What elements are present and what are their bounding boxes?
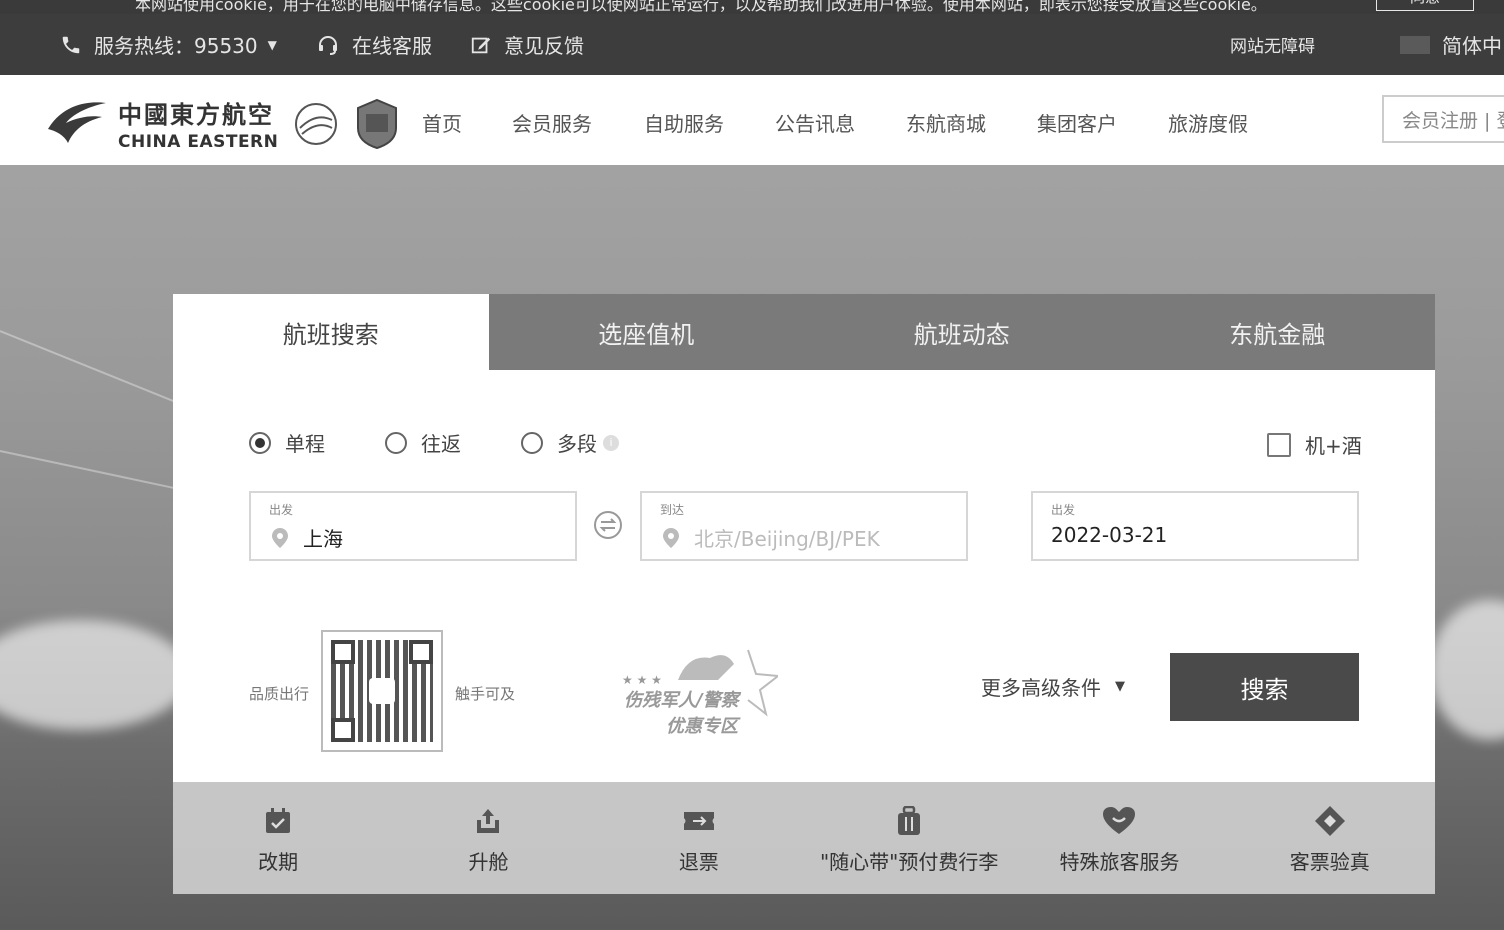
tab-flight-search[interactable]: 航班搜索 [173,294,489,370]
qr-caption-left: 品质出行 [249,685,310,703]
arrival-label: 到达 [660,503,685,517]
location-pin-icon [663,528,679,548]
nav-member-services[interactable]: 会员服务 [512,108,592,137]
location-pin-icon [272,528,288,548]
service-upgrade[interactable]: 升舱 [383,782,593,894]
trip-type-label: 单程 [285,432,325,456]
brand-name-en: CHINA EASTERN [118,132,279,152]
flag-icon [1400,35,1430,54]
service-label: 特殊旅客服务 [1059,850,1180,874]
flight-search-panel: 单程 往返 多段 i 机+酒 出发 上海 到达 北京/Beijing/BJ/PE… [173,370,1435,782]
veterans-police-promo[interactable]: ★ ★ ★ 伤残军人/警察 优惠专区 [618,640,778,750]
promo-subtitle: 优惠专区 [666,716,738,737]
phone-icon [62,36,80,53]
feedback-label: 意见反馈 [504,34,584,58]
heart-hand-icon [1103,807,1136,834]
tab-seat-checkin[interactable]: 选座值机 [489,294,805,370]
award-badge-icon [357,98,398,149]
cookie-accept-button[interactable]: 同意 [1376,0,1474,11]
feedback-link[interactable]: 意见反馈 [470,14,584,75]
date-label: 出发 [1051,503,1076,517]
promo-title: 伤残军人/警察 [624,690,739,711]
trip-type-label: 多段 [557,432,597,456]
register-login-button[interactable]: 会员注册 | 登 [1382,95,1504,143]
departure-date-field[interactable]: 出发 2022-03-21 [1031,491,1359,561]
trip-type-label: 往返 [421,432,461,456]
chevron-down-icon: ▼ [267,37,277,52]
ticket-refund-icon [683,812,714,830]
app-qr-code [321,630,443,752]
top-utility-bar: 服务热线：95530 ▼ 在线客服 意见反馈 网站无障碍 简体中 [0,14,1504,75]
arrival-city-field[interactable]: 到达 北京/Beijing/BJ/PEK [640,491,968,561]
tab-finance[interactable]: 东航金融 [1120,294,1436,370]
swallow-logo-icon [48,101,106,143]
china-eastern-logo[interactable]: 中國東方航空 CHINA EASTERN [46,95,402,152]
trip-type-multi-city[interactable]: 多段 i [521,428,619,457]
nav-travel-holidays[interactable]: 旅游度假 [1168,108,1248,137]
date-value: 2022-03-21 [1051,523,1168,547]
radio-unselected [521,431,543,454]
skyteam-icon [295,102,338,145]
nav-home[interactable]: 首页 [422,108,462,137]
qr-corner [331,640,355,664]
svg-text:★ ★ ★: ★ ★ ★ [622,673,662,687]
advanced-options-toggle[interactable]: 更多高级条件 ▼ [981,672,1125,701]
search-button[interactable]: 搜索 [1170,653,1359,721]
main-navigation: 中國東方航空 CHINA EASTERN 首页 会员服务 自助服务 公告讯息 东… [0,75,1504,165]
service-label: 客票验真 [1289,850,1370,874]
calendar-check-icon [266,808,291,833]
cookie-text: 本网站使用cookie，用于在您的电脑中储存信息。这些cookie可以使网站正常… [135,0,1267,14]
hotline-dropdown[interactable]: 服务热线：95530 ▼ [60,14,277,75]
headset-icon [319,35,337,55]
trip-type-round-trip[interactable]: 往返 [385,428,461,457]
tab-flight-status[interactable]: 航班动态 [804,294,1120,370]
departure-label: 出发 [269,503,294,517]
cookie-banner: 本网站使用cookie，用于在您的电脑中储存信息。这些cookie可以使网站正常… [0,0,1504,14]
qr-corner [409,640,433,664]
seat-upgrade-icon [477,809,500,833]
flight-hotel-checkbox[interactable]: 机+酒 [1267,430,1362,459]
checkbox-box [1267,432,1291,457]
service-label: 改期 [258,850,299,874]
qr-corner [331,718,355,742]
service-ticket-verify[interactable]: 客票验真 [1225,782,1435,894]
language-label: 简体中 [1442,34,1502,58]
service-prepaid-baggage[interactable]: "随心带"预付费行李 [804,782,1014,894]
advanced-options-label: 更多高级条件 [981,676,1101,700]
service-special-passengers[interactable]: 特殊旅客服务 [1014,782,1224,894]
qr-caption-right: 触手可及 [455,685,516,703]
service-label: 退票 [678,850,719,874]
quick-services-bar: 改期 升舱 退票 "随心带"预付费行李 特殊旅客服务 客票验真 [173,782,1435,894]
edit-icon [471,37,491,53]
service-reschedule[interactable]: 改期 [173,782,383,894]
booking-tabs: 航班搜索 选座值机 航班动态 东航金融 [173,294,1435,370]
departure-value: 上海 [303,527,343,551]
service-label: 升舱 [468,850,509,874]
swap-cities-icon[interactable] [593,510,623,540]
caret-down-icon: ▼ [1115,679,1125,694]
qr-logo [369,678,395,704]
service-label: "随心带"预付费行李 [819,850,999,874]
brand-name-cn: 中國東方航空 [118,101,274,129]
info-icon[interactable]: i [603,434,619,451]
nav-self-service[interactable]: 自助服务 [644,108,724,137]
trip-type-one-way[interactable]: 单程 [249,428,325,457]
radio-selected [249,431,271,454]
language-selector[interactable]: 简体中 [1400,14,1502,75]
nav-mall[interactable]: 东航商城 [906,108,986,137]
hotline-text: 服务热线：95530 [94,34,258,58]
accessibility-link[interactable]: 网站无障碍 [1230,14,1315,75]
flight-hotel-label: 机+酒 [1305,434,1362,458]
nav-corporate-clients[interactable]: 集团客户 [1037,108,1117,137]
service-refund[interactable]: 退票 [594,782,804,894]
nav-announcements[interactable]: 公告讯息 [775,108,855,137]
ticket-verify-icon [1314,806,1345,836]
arrival-placeholder: 北京/Beijing/BJ/PEK [694,527,880,551]
radio-unselected [385,431,407,454]
luggage-icon [898,806,921,835]
online-service-label: 在线客服 [352,34,432,58]
online-service-link[interactable]: 在线客服 [316,14,432,75]
departure-city-field[interactable]: 出发 上海 [249,491,577,561]
